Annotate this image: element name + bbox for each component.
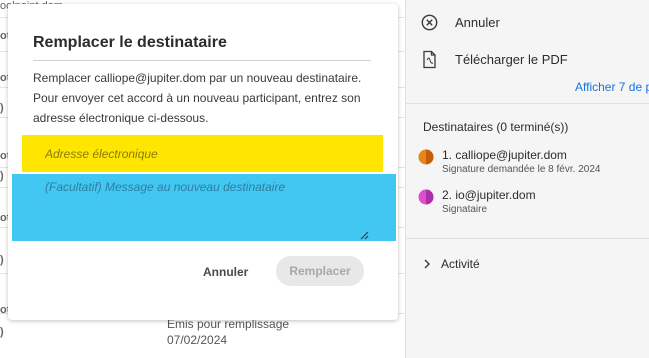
dialog-divider [33,60,371,61]
recipient-status: Signataire [442,204,488,215]
dialog-title: Remplacer le destinataire [33,34,227,51]
agreement-details-panel: Annuler Télécharger le PDF Afficher 7 de… [405,0,649,358]
cancel-agreement-label: Annuler [455,14,500,30]
email-field[interactable] [22,135,383,172]
recipient-name: 2. io@jupiter.dom [442,188,536,202]
replace-button[interactable]: Remplacer [276,256,364,286]
pdf-download-icon [420,50,438,68]
divider [406,103,649,104]
message-field[interactable] [12,174,396,241]
divider [406,238,649,239]
activity-toggle[interactable]: Activité [423,257,480,271]
status-date: 07/02/2024 [167,333,228,347]
list-row-status: Émis pour remplissage 07/02/2024 [167,316,289,348]
activity-label: Activité [441,257,480,271]
list-row-fragment: ) [0,102,4,114]
recipient-status: Signature demandée le 8 févr. 2024 [442,164,601,175]
dialog-description: Remplacer calliope@jupiter.dom par un no… [33,71,362,125]
resize-handle-icon[interactable] [359,227,369,240]
recipient-item[interactable]: 1. calliope@jupiter.dom Signature demand… [418,147,600,177]
replace-recipient-dialog: Remplacer le destinataire Remplacer call… [8,4,398,320]
recipient-item[interactable]: 2. io@jupiter.dom Signataire [418,187,536,217]
cancel-button[interactable]: Annuler [195,257,256,287]
recipients-heading: Destinataires (0 terminé(s)) [423,120,569,134]
download-pdf-label: Télécharger le PDF [455,51,568,67]
list-row-fragment: ) [0,326,4,338]
recipient-status-icon [418,149,434,165]
recipient-status-icon [418,189,434,205]
recipient-name: 1. calliope@jupiter.dom [442,148,567,162]
list-row-fragment: ) [0,170,4,182]
chevron-right-icon [423,259,431,269]
cancel-circle-icon [420,13,438,31]
download-pdf-action[interactable]: Télécharger le PDF [420,50,568,68]
list-row-fragment: ) [0,254,4,266]
show-more-link[interactable]: Afficher 7 de p [575,80,649,94]
cancel-agreement-action[interactable]: Annuler [420,13,500,31]
